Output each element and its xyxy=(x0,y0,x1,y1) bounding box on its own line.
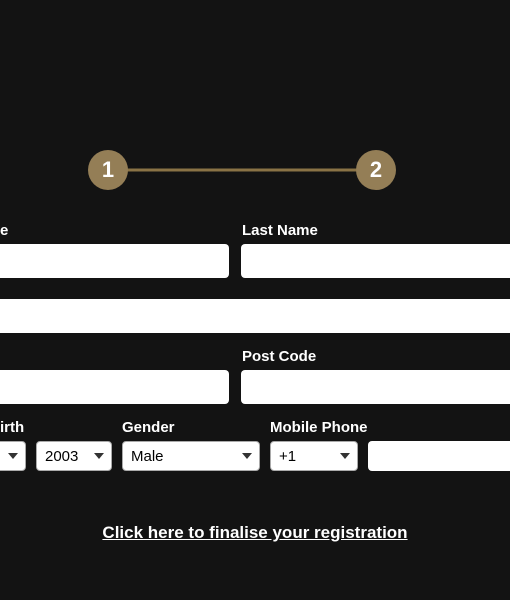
phone-number-input[interactable] xyxy=(368,441,510,471)
finalise-registration-link[interactable]: Click here to finalise your registration xyxy=(102,523,407,542)
gender-label: Gender xyxy=(122,419,175,436)
finalise-container: Click here to finalise your registration xyxy=(0,523,510,543)
last-name-label: Last Name xyxy=(242,222,318,239)
dob-day-select-wrap: 3 xyxy=(0,441,26,471)
registration-form-step: 1 2 e Last Name Post Code irth Gender Mo… xyxy=(0,0,510,600)
step-2-circle[interactable]: 2 xyxy=(356,150,396,190)
dob-year-select-wrap: 2003 xyxy=(36,441,112,471)
dob-day-select[interactable]: 3 xyxy=(0,441,26,471)
post-code-input[interactable] xyxy=(241,370,510,404)
post-code-label: Post Code xyxy=(242,348,316,365)
step-1-circle[interactable]: 1 xyxy=(88,150,128,190)
last-name-input[interactable] xyxy=(241,244,510,278)
first-name-label-partial: e xyxy=(0,222,8,239)
address-input[interactable] xyxy=(0,299,510,333)
first-name-input[interactable] xyxy=(0,244,229,278)
step-2-number: 2 xyxy=(370,157,382,183)
gender-select[interactable]: Male xyxy=(122,441,260,471)
step-1-number: 1 xyxy=(102,157,114,183)
phone-code-select[interactable]: +1 xyxy=(270,441,358,471)
phone-code-select-wrap: +1 xyxy=(270,441,358,471)
gender-select-wrap: Male xyxy=(122,441,260,471)
city-input[interactable] xyxy=(0,370,229,404)
mobile-phone-label: Mobile Phone xyxy=(270,419,368,436)
stepper-connector xyxy=(126,169,372,172)
stepper: 1 2 xyxy=(0,148,510,192)
dob-label-partial: irth xyxy=(0,419,24,436)
dob-year-select[interactable]: 2003 xyxy=(36,441,112,471)
